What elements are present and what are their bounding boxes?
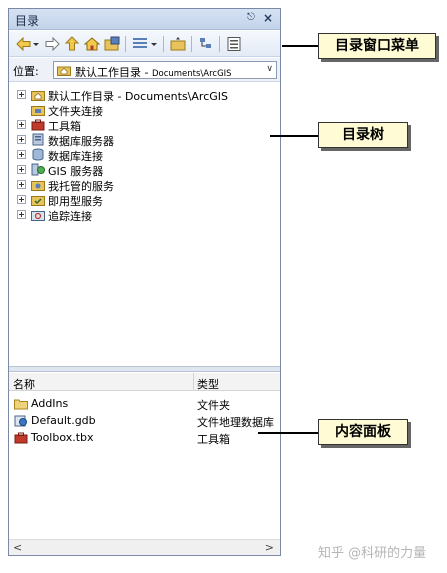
row-type: 文件夹 — [197, 399, 230, 412]
connect-folder-icon[interactable] — [103, 35, 121, 53]
location-bar: 位置: 默认工作目录 - Documents\ArcGIS ∨ — [9, 58, 280, 82]
tree-item-tracking-connections[interactable]: 追踪连接 — [9, 207, 280, 223]
expand-icon[interactable] — [17, 195, 26, 204]
scroll-left-icon[interactable]: < — [13, 541, 22, 554]
database-server-icon — [32, 133, 44, 146]
toolbox-icon — [14, 432, 28, 444]
toolbar-separator — [191, 36, 192, 52]
catalog-toolbar — [9, 31, 280, 57]
view-options-icon[interactable] — [131, 35, 149, 53]
close-icon[interactable]: × — [263, 11, 273, 25]
expand-icon[interactable] — [17, 135, 26, 144]
tree-item-default-folder[interactable]: 默认工作目录 - Documents\ArcGIS — [9, 87, 280, 103]
location-label: 位置: — [13, 65, 39, 78]
leader-line-menu — [282, 45, 318, 47]
contents-panel: 名称 类型 AddIns 文件夹 Default.gdb 文件地理数据库 Too… — [9, 373, 280, 555]
expand-icon[interactable] — [17, 150, 26, 159]
tree-toggle-icon[interactable] — [197, 35, 215, 53]
row-name: Default.gdb — [31, 414, 96, 427]
home-folder-icon — [57, 66, 71, 76]
catalog-tree: 默认工作目录 - Documents\ArcGIS 文件夹连接 工具箱 数据库服… — [9, 83, 280, 366]
row-type: 工具箱 — [197, 433, 230, 446]
ready-services-icon — [31, 196, 45, 206]
toolbar-separator — [219, 36, 220, 52]
tree-item-my-hosted-services[interactable]: 我托管的服务 — [9, 177, 280, 193]
hosted-services-icon — [31, 181, 45, 191]
expand-icon[interactable] — [17, 180, 26, 189]
view-dropdown-icon[interactable] — [149, 35, 159, 53]
tree-item-ready-to-use-services[interactable]: 即用型服务 — [9, 192, 280, 208]
tree-item-database-connections[interactable]: 数据库连接 — [9, 147, 280, 163]
pin-icon[interactable]: ⎋ — [247, 12, 255, 23]
toolbar-separator — [163, 36, 164, 52]
home-icon[interactable] — [83, 35, 101, 53]
table-row[interactable]: AddIns 文件夹 — [9, 395, 280, 412]
watermark: 知乎 @科研的力量 — [318, 546, 427, 561]
panel-splitter[interactable] — [9, 366, 280, 372]
database-connection-icon — [32, 148, 44, 161]
callout-panel: 内容面板 — [318, 419, 408, 445]
row-name: Toolbox.tbx — [31, 431, 94, 444]
scroll-right-icon[interactable]: > — [265, 541, 274, 554]
catalog-window: 目录 ⎋ × 位置: 默认工作目录 - Documents\ArcGIS ∨ 默… — [8, 8, 281, 556]
tree-item-database-servers[interactable]: 数据库服务器 — [9, 132, 280, 148]
row-type: 文件地理数据库 — [197, 416, 274, 429]
expand-icon[interactable] — [17, 165, 26, 174]
list-view-icon[interactable] — [225, 35, 243, 53]
home-folder-icon — [31, 91, 45, 101]
gis-server-icon — [31, 163, 45, 176]
tree-item-label: 追踪连接 — [48, 210, 92, 223]
table-row[interactable]: Default.gdb 文件地理数据库 — [9, 412, 280, 429]
geodatabase-icon — [14, 415, 27, 427]
horizontal-scrollbar[interactable]: < > — [9, 539, 280, 555]
callout-menu: 目录窗口菜单 — [318, 33, 436, 59]
forward-icon[interactable] — [43, 35, 61, 53]
up-level-icon[interactable] — [63, 35, 81, 53]
chevron-down-icon[interactable]: ∨ — [266, 64, 273, 74]
folder-icon — [14, 399, 28, 410]
column-header-name[interactable]: 名称 — [13, 376, 35, 392]
window-title: 目录 — [15, 14, 40, 28]
location-value: 默认工作目录 - Documents\ArcGIS — [75, 66, 232, 79]
leader-line-tree — [270, 135, 318, 137]
expand-icon[interactable] — [17, 120, 26, 129]
expand-icon[interactable] — [17, 90, 26, 99]
location-select[interactable]: 默认工作目录 - Documents\ArcGIS ∨ — [53, 61, 277, 79]
tracking-connection-icon — [31, 211, 45, 221]
new-item-icon[interactable] — [169, 35, 187, 53]
column-header-type[interactable]: 类型 — [197, 376, 219, 392]
tree-item-toolboxes[interactable]: 工具箱 — [9, 117, 280, 133]
title-bar: 目录 ⎋ × — [9, 9, 280, 30]
contents-header: 名称 类型 — [9, 373, 280, 391]
leader-line-panel — [258, 432, 318, 434]
column-divider[interactable] — [193, 373, 194, 391]
toolbar-separator — [125, 36, 126, 52]
row-name: AddIns — [31, 397, 69, 410]
toolbox-icon — [31, 119, 45, 131]
dropdown-arrow-icon[interactable] — [31, 35, 41, 53]
tree-item-gis-servers[interactable]: GIS 服务器 — [9, 162, 280, 178]
folder-connection-icon — [31, 106, 45, 116]
expand-icon[interactable] — [17, 210, 26, 219]
tree-item-folder-connections[interactable]: 文件夹连接 — [9, 102, 280, 118]
table-row[interactable]: Toolbox.tbx 工具箱 — [9, 429, 280, 446]
callout-tree: 目录树 — [318, 122, 408, 148]
